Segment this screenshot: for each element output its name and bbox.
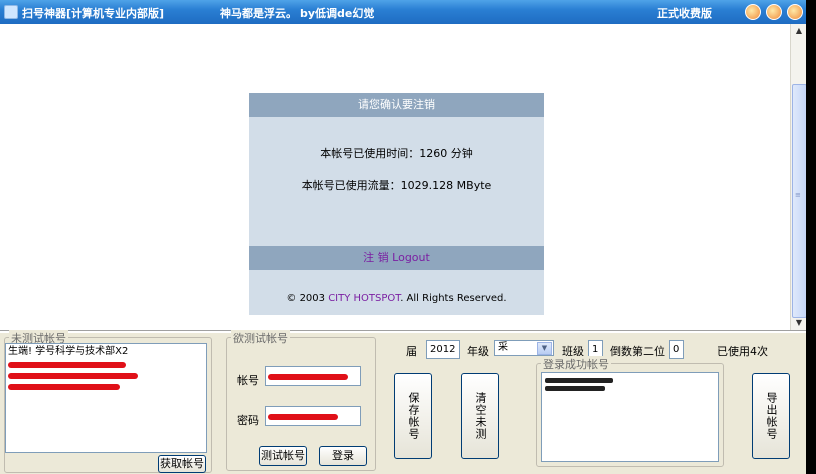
export-accounts-button[interactable]: 导出帐号 [752, 373, 790, 459]
fetch-accounts-button[interactable]: 获取帐号 [158, 455, 206, 473]
untested-accounts-group: 未测试帐号 生端! 学号科学与技术部X2 获取帐号 [4, 330, 212, 473]
title-bar: 扫号神器[计算机专业内部版] 神马都是浮云。 by低调de幻觉 正式收费版 [0, 0, 808, 24]
used-count: 已使用4次 [717, 345, 768, 358]
redaction-mark [545, 386, 605, 391]
app-title: 扫号神器[计算机专业内部版] [22, 7, 165, 20]
redaction-mark [8, 362, 126, 368]
logout-notice: 请您确认要注销 本帐号已使用时间：1260 分钟 本帐号已使用流量：1029.1… [249, 93, 544, 315]
author: by低调de幻觉 [300, 7, 375, 20]
list-item[interactable]: 生端! 学号科学与技术部X2 [8, 346, 128, 358]
redaction-mark [8, 384, 120, 390]
browser-view: 请您确认要注销 本帐号已使用时间：1260 分钟 本帐号已使用流量：1029.1… [0, 24, 790, 330]
time-used: 本帐号已使用时间：1260 分钟 [320, 147, 473, 160]
grade-input[interactable]: 2012 [426, 340, 460, 359]
vertical-scrollbar[interactable]: ▲ ≡ ▼ [790, 24, 807, 330]
second-last-input[interactable]: 0 [669, 340, 684, 359]
minimize-icon[interactable] [745, 4, 761, 20]
brand-link[interactable]: CITY HOTSPOT [328, 293, 400, 304]
scroll-up-icon[interactable]: ▲ [791, 24, 807, 38]
test-account-button[interactable]: 测试帐号 [259, 446, 307, 466]
password-label: 密码 [237, 414, 259, 427]
redaction-mark [268, 414, 338, 420]
redaction-mark [545, 378, 613, 383]
copyright: © 2003 CITY HOTSPOT. All Rights Reserved… [286, 293, 507, 304]
account-label: 帐号 [237, 374, 259, 387]
success-accounts-group: 登录成功帐号 [536, 356, 724, 467]
screen-border [806, 0, 816, 474]
edition-label: 正式收费版 [657, 7, 712, 20]
close-icon[interactable] [787, 4, 803, 20]
grade-label: 届 [406, 345, 417, 358]
slogan: 神马都是浮云。 [220, 7, 297, 20]
app-icon [4, 5, 18, 19]
maximize-icon[interactable] [766, 4, 782, 20]
untested-list[interactable]: 生端! 学号科学与技术部X2 [5, 343, 207, 453]
grip-icon: ≡ [795, 191, 801, 199]
traffic-used: 本帐号已使用流量：1029.128 MByte [301, 179, 492, 192]
scroll-down-icon[interactable]: ▼ [791, 316, 807, 330]
chevron-down-icon[interactable]: ▼ [537, 342, 552, 355]
password-input[interactable] [265, 406, 361, 426]
main-window: 扫号神器[计算机专业内部版] 神马都是浮云。 by低调de幻觉 正式收费版 请您… [0, 0, 808, 474]
dept-select[interactable]: 采 ▼ [494, 340, 554, 356]
logout-link[interactable]: 注 销 Logout [249, 246, 544, 270]
account-input[interactable] [265, 366, 361, 386]
notice-header: 请您确认要注销 [249, 93, 544, 117]
save-accounts-button[interactable]: 保存帐号 [394, 373, 432, 459]
splitter[interactable] [0, 330, 808, 333]
login-button[interactable]: 登录 [319, 446, 367, 466]
redaction-mark [268, 374, 348, 380]
test-account-legend: 欲测试帐号 [231, 330, 290, 346]
year-label: 年级 [467, 345, 489, 358]
second-last-label: 倒数第二位 [610, 345, 665, 358]
test-account-group: 欲测试帐号 帐号 密码 测试帐号 登录 [226, 330, 376, 471]
scroll-thumb[interactable] [792, 84, 807, 318]
success-legend: 登录成功帐号 [541, 356, 611, 372]
redaction-mark [8, 373, 138, 379]
success-list[interactable] [541, 372, 719, 462]
clear-untested-button[interactable]: 清空未测 [461, 373, 499, 459]
